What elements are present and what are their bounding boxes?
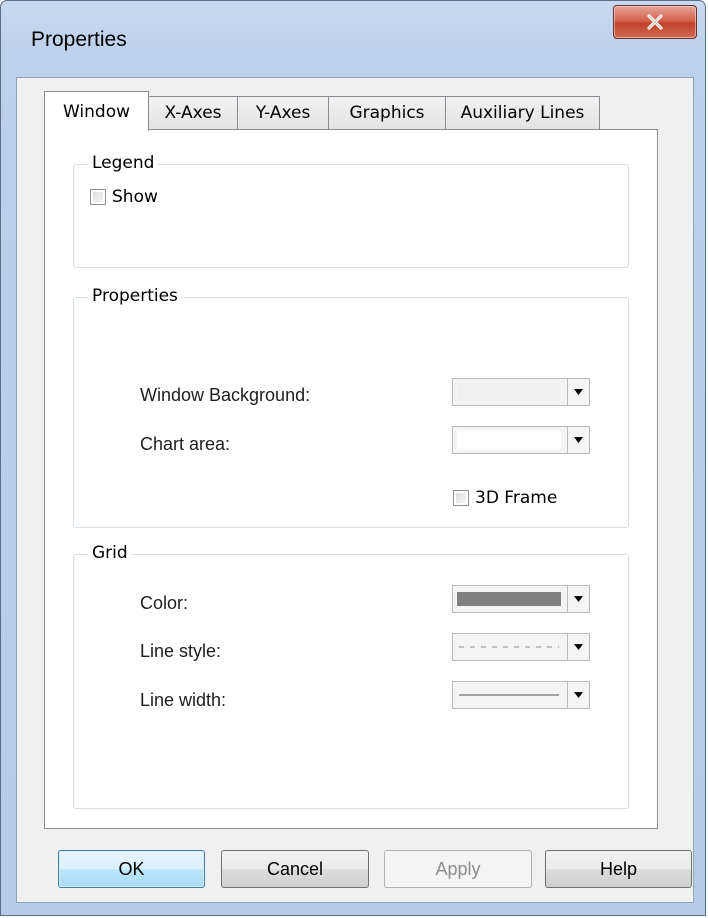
grid-color-label: Color: <box>140 593 189 613</box>
dropdown-arrow-button[interactable] <box>567 427 589 453</box>
chevron-down-icon <box>574 644 583 650</box>
show-legend-label: Show <box>112 187 158 207</box>
grid-group: Grid Color: Line style: Line width: <box>73 543 629 809</box>
help-button[interactable]: Help <box>545 850 692 888</box>
chevron-down-icon <box>574 437 583 443</box>
show-legend-checkbox[interactable] <box>90 189 106 205</box>
window-background-swatch <box>457 383 561 401</box>
dialog-client-area: Window X-Axes Y-Axes Graphics Auxiliary … <box>16 77 694 903</box>
legend-group-label: Legend <box>88 153 159 173</box>
chevron-down-icon <box>574 692 583 698</box>
title-bar[interactable]: Properties <box>1 1 707 77</box>
line-style-label: Line style: <box>140 641 222 661</box>
line-style-dropdown[interactable] <box>452 633 590 661</box>
chevron-down-icon <box>574 596 583 602</box>
close-button[interactable] <box>613 5 697 39</box>
legend-group: Legend Show <box>73 153 629 268</box>
line-width-dropdown[interactable] <box>452 681 590 709</box>
properties-group: Properties Window Background: Chart area… <box>73 286 629 528</box>
chart-area-label: Chart area: <box>140 434 231 454</box>
solid-line-preview <box>459 694 559 696</box>
chart-area-dropdown[interactable] <box>452 426 590 454</box>
tab-x-axes[interactable]: X-Axes <box>148 96 238 129</box>
tab-auxiliary-lines[interactable]: Auxiliary Lines <box>445 96 600 129</box>
dropdown-arrow-button[interactable] <box>567 682 589 708</box>
3d-frame-label: 3D Frame <box>475 488 558 508</box>
close-icon <box>647 14 663 30</box>
window-background-dropdown[interactable] <box>452 378 590 406</box>
ok-button[interactable]: OK <box>58 850 205 888</box>
chart-area-swatch <box>457 431 561 449</box>
tab-panel-window: Legend Show Properties Window Background… <box>44 129 658 829</box>
apply-button[interactable]: Apply <box>384 850 532 888</box>
dropdown-arrow-button[interactable] <box>567 586 589 612</box>
3d-frame-checkbox[interactable] <box>453 490 469 506</box>
chevron-down-icon <box>574 389 583 395</box>
dropdown-arrow-button[interactable] <box>567 634 589 660</box>
grid-color-dropdown[interactable] <box>452 585 590 613</box>
tab-window[interactable]: Window <box>44 91 149 131</box>
window-title: Properties <box>31 28 127 51</box>
tab-graphics[interactable]: Graphics <box>328 96 446 129</box>
grid-color-swatch <box>457 592 561 606</box>
dashed-line-preview <box>459 646 559 648</box>
dropdown-arrow-button[interactable] <box>567 379 589 405</box>
line-width-label: Line width: <box>140 690 227 710</box>
tab-y-axes[interactable]: Y-Axes <box>237 96 329 129</box>
cancel-button[interactable]: Cancel <box>221 850 369 888</box>
properties-dialog: Properties Window X-Axes Y-Axes Graphics… <box>0 0 706 916</box>
show-legend-option[interactable]: Show <box>90 187 158 207</box>
grid-group-label: Grid <box>88 543 132 563</box>
properties-group-label: Properties <box>88 286 182 306</box>
window-background-label: Window Background: <box>140 385 311 405</box>
3d-frame-option[interactable]: 3D Frame <box>453 488 557 508</box>
